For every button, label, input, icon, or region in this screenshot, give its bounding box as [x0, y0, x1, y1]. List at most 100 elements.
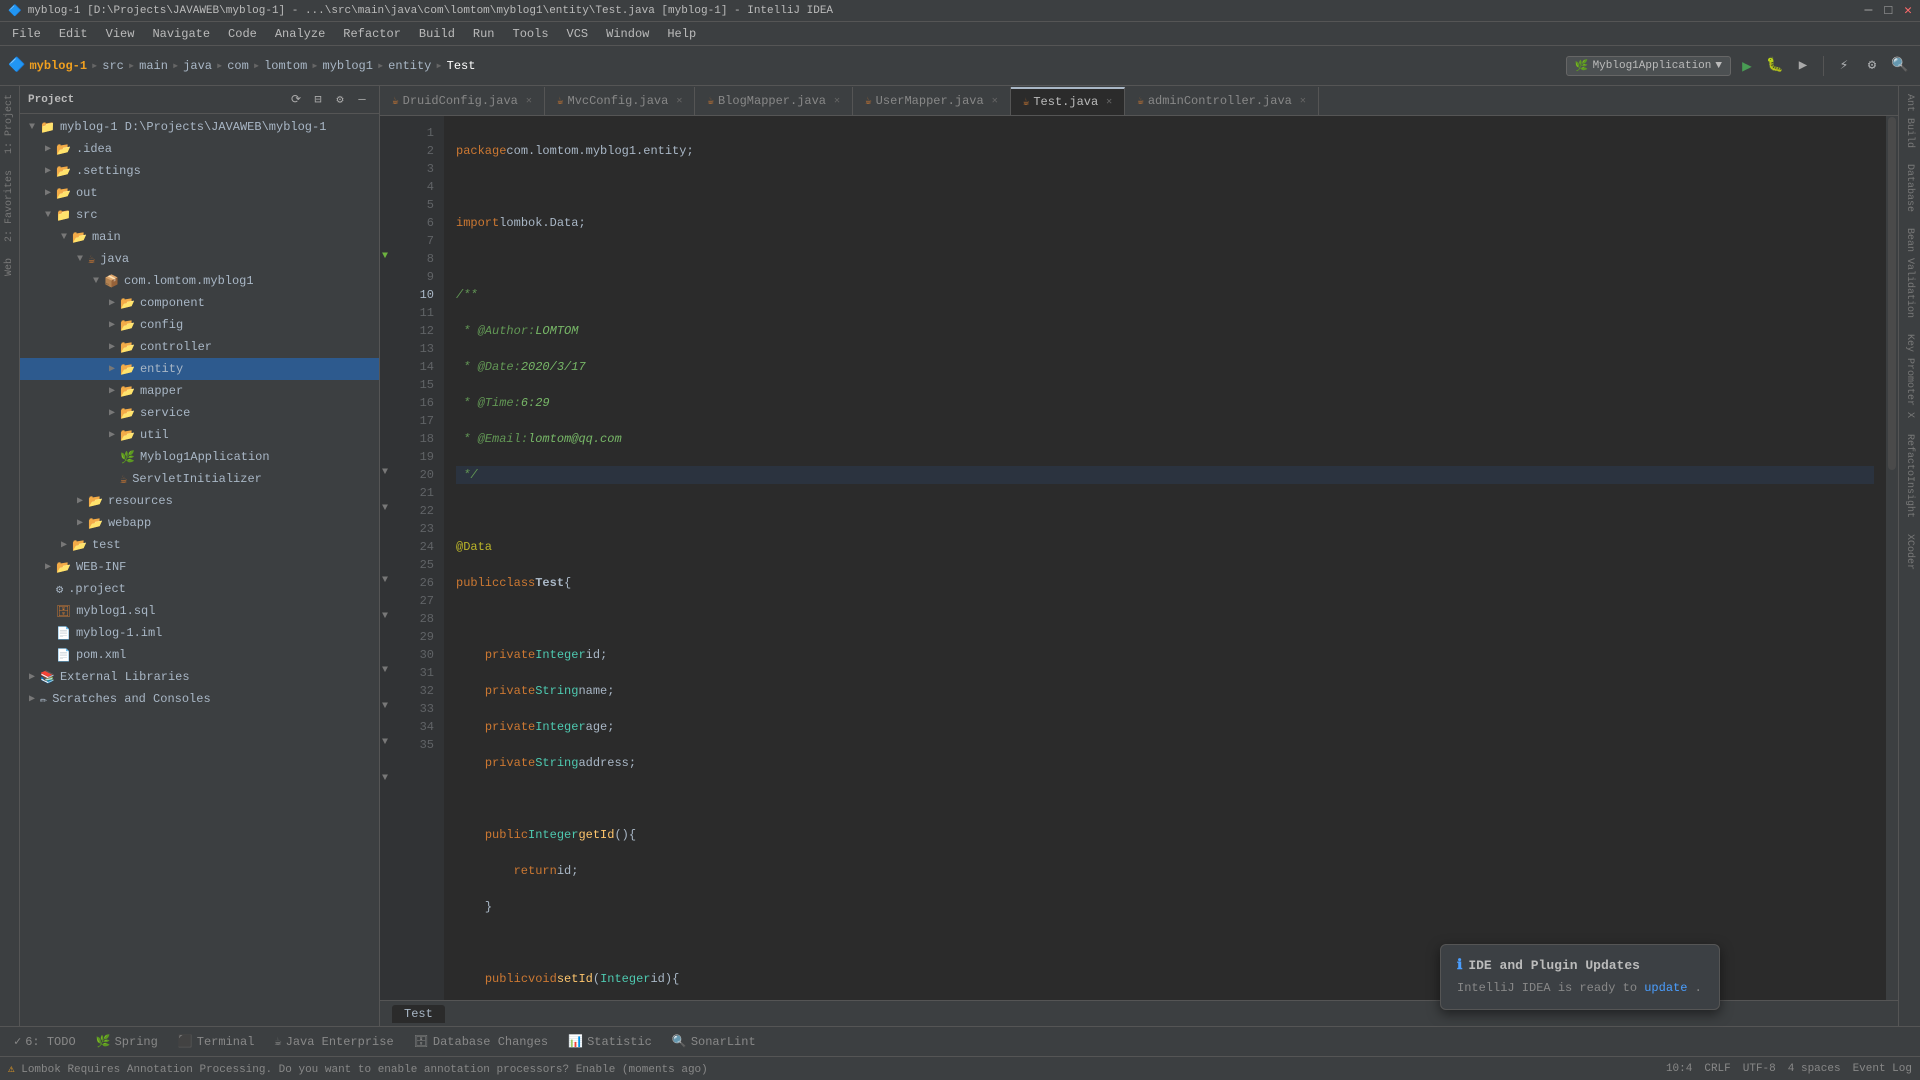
tree-item-myblog1app[interactable]: 🌿 Myblog1Application — [20, 446, 379, 468]
scroll-thumb[interactable] — [1888, 117, 1896, 471]
run-button[interactable]: ▶ — [1735, 54, 1759, 78]
right-panel-bean-validation[interactable]: Bean Validation — [1901, 220, 1918, 326]
tab-close-btn[interactable]: ✕ — [992, 95, 998, 107]
bottom-tab-statistic[interactable]: 📊 Statistic — [562, 1032, 658, 1051]
fold-arrow-28[interactable]: ▼ — [382, 665, 388, 676]
menu-item-help[interactable]: Help — [659, 25, 704, 43]
toolbar-btn-2[interactable]: ⚙ — [1860, 54, 1884, 78]
tree-item-sql[interactable]: 🗄 myblog1.sql — [20, 600, 379, 622]
tree-item-src[interactable]: ▼ 📁 src — [20, 204, 379, 226]
indent[interactable]: 4 spaces — [1788, 1063, 1841, 1075]
bottom-tab-spring[interactable]: 🌿 Spring — [90, 1032, 164, 1051]
right-panel-key-promoter[interactable]: Key Promoter X — [1901, 326, 1918, 426]
tree-item-util[interactable]: ▶ 📂 util — [20, 424, 379, 446]
tree-item-test[interactable]: ▶ 📂 test — [20, 534, 379, 556]
tree-item-pom[interactable]: 📄 pom.xml — [20, 644, 379, 666]
line-ending[interactable]: CRLF — [1704, 1063, 1730, 1075]
fold-arrow-26[interactable]: ▼ — [382, 611, 388, 622]
maximize-btn[interactable]: □ — [1884, 3, 1892, 18]
menu-item-refactor[interactable]: Refactor — [335, 25, 409, 43]
bottom-tab-java-enterprise[interactable]: ☕ Java Enterprise — [268, 1032, 399, 1051]
tree-item-main[interactable]: ▼ 📂 main — [20, 226, 379, 248]
event-log[interactable]: Event Log — [1853, 1063, 1912, 1075]
tab-close-btn[interactable]: ✕ — [676, 95, 682, 107]
tab-mvcconfig[interactable]: ☕ MvcConfig.java ✕ — [545, 87, 695, 115]
breadcrumb-src[interactable]: src — [102, 59, 124, 73]
tree-item-entity[interactable]: ▶ 📂 entity — [20, 358, 379, 380]
tree-item-extlibs[interactable]: ▶ 📚 External Libraries — [20, 666, 379, 688]
fold-arrow-22[interactable]: ▼ — [382, 503, 388, 514]
breadcrumb-java[interactable]: java — [183, 59, 212, 73]
bottom-tab-todo[interactable]: ✓ 6: TODO — [8, 1032, 82, 1051]
code-content[interactable]: package com.lomtom.myblog1.entity; impor… — [444, 116, 1886, 1000]
menu-item-window[interactable]: Window — [598, 25, 657, 43]
cursor-position[interactable]: 10:4 — [1666, 1063, 1692, 1075]
run-config-selector[interactable]: 🌿 Myblog1Application ▼ — [1566, 56, 1731, 76]
breadcrumb-main[interactable]: main — [139, 59, 168, 73]
menu-item-build[interactable]: Build — [411, 25, 463, 43]
tab-close-btn[interactable]: ✕ — [1106, 96, 1112, 108]
debug-button[interactable]: 🐛 — [1763, 54, 1787, 78]
breadcrumb-myblog1[interactable]: myblog1 — [323, 59, 373, 73]
fold-arrow-34[interactable]: ▼ — [382, 773, 388, 784]
breadcrumb-lomtom[interactable]: lomtom — [264, 59, 307, 73]
fold-arrow-5[interactable]: ▼ — [382, 251, 388, 262]
tree-item-project-file[interactable]: ⚙ .project — [20, 578, 379, 600]
editor-scrollbar[interactable] — [1886, 116, 1898, 1000]
tree-item-scratches[interactable]: ▶ ✏ Scratches and Consoles — [20, 688, 379, 710]
fold-arrow-24[interactable]: ▼ — [382, 575, 388, 586]
bottom-tab-sonarlint[interactable]: 🔍 SonarLint — [666, 1032, 762, 1051]
sidebar-item-web[interactable]: Web — [1, 250, 18, 284]
coverage-button[interactable]: ▶ — [1791, 54, 1815, 78]
menu-item-vcs[interactable]: VCS — [559, 25, 597, 43]
sidebar-item-project[interactable]: 1: Project — [1, 86, 18, 162]
bottom-tab-terminal[interactable]: ⬛ Terminal — [172, 1032, 261, 1051]
project-tree[interactable]: ▼ 📁 myblog-1 D:\Projects\JAVAWEB\myblog-… — [20, 114, 379, 1026]
right-panel-xcoder[interactable]: XCoder — [1901, 526, 1918, 578]
breadcrumb-com[interactable]: com — [227, 59, 249, 73]
right-panel-ant-build[interactable]: Ant Build — [1901, 86, 1918, 156]
tree-item-java[interactable]: ▼ ☕ java — [20, 248, 379, 270]
bottom-tab-db-changes[interactable]: 🗄 Database Changes — [408, 1032, 554, 1051]
settings-gear-icon[interactable]: ⚙ — [331, 91, 349, 109]
toolbar-btn-1[interactable]: ⚡ — [1832, 54, 1856, 78]
minimize-btn[interactable]: ─ — [1865, 3, 1873, 18]
fold-arrow-30[interactable]: ▼ — [382, 701, 388, 712]
code-editor[interactable]: ▼ ▼ ▼ ▼ ▼ ▼ ▼ ▼ ▼ 1 2 3 4 5 6 7 8 9 10 — [380, 116, 1898, 1000]
sidebar-item-favorites[interactable]: 2: Favorites — [1, 162, 18, 250]
menu-item-navigate[interactable]: Navigate — [144, 25, 218, 43]
minimize-panel-btn[interactable]: ─ — [353, 91, 371, 109]
sync-btn[interactable]: ⟳ — [287, 91, 305, 109]
search-everywhere-btn[interactable]: 🔍 — [1888, 54, 1912, 78]
menu-item-file[interactable]: File — [4, 25, 49, 43]
lombok-warning[interactable]: Lombok Requires Annotation Processing. D… — [21, 1064, 708, 1076]
breadcrumb-entity[interactable]: entity — [388, 59, 431, 73]
tab-admincontroller[interactable]: ☕ adminController.java ✕ — [1125, 87, 1319, 115]
breadcrumb-test[interactable]: Test — [447, 59, 476, 73]
tab-blogmapper[interactable]: ☕ BlogMapper.java ✕ — [695, 87, 853, 115]
menu-item-tools[interactable]: Tools — [505, 25, 557, 43]
menu-item-analyze[interactable]: Analyze — [267, 25, 333, 43]
breadcrumb-root[interactable]: myblog-1 — [29, 59, 87, 73]
tree-item-com[interactable]: ▼ 📦 com.lomtom.myblog1 — [20, 270, 379, 292]
tab-test[interactable]: ☕ Test.java ✕ — [1011, 87, 1125, 115]
tree-item-webinf[interactable]: ▶ 📂 WEB-INF — [20, 556, 379, 578]
tab-close-btn[interactable]: ✕ — [526, 95, 532, 107]
tree-item-out[interactable]: ▶ 📂 out — [20, 182, 379, 204]
collapse-btn[interactable]: ⊟ — [309, 91, 327, 109]
menu-item-edit[interactable]: Edit — [51, 25, 96, 43]
encoding[interactable]: UTF-8 — [1743, 1063, 1776, 1075]
tree-item-myblog1[interactable]: ▼ 📁 myblog-1 D:\Projects\JAVAWEB\myblog-… — [20, 116, 379, 138]
tree-item-controller[interactable]: ▶ 📂 controller — [20, 336, 379, 358]
tree-item-idea[interactable]: ▶ 📂 .idea — [20, 138, 379, 160]
right-panel-refact[interactable]: RefactoInsight — [1901, 426, 1918, 526]
tree-item-mapper[interactable]: ▶ 📂 mapper — [20, 380, 379, 402]
menu-item-run[interactable]: Run — [465, 25, 503, 43]
tab-usermapper[interactable]: ☕ UserMapper.java ✕ — [853, 87, 1011, 115]
close-btn[interactable]: ✕ — [1904, 3, 1912, 18]
tree-item-iml[interactable]: 📄 myblog-1.iml — [20, 622, 379, 644]
notification-link[interactable]: update — [1644, 981, 1687, 995]
current-file-tab[interactable]: Test — [392, 1005, 445, 1023]
tree-item-settings[interactable]: ▶ 📂 .settings — [20, 160, 379, 182]
tab-druidconfig[interactable]: ☕ DruidConfig.java ✕ — [380, 87, 545, 115]
